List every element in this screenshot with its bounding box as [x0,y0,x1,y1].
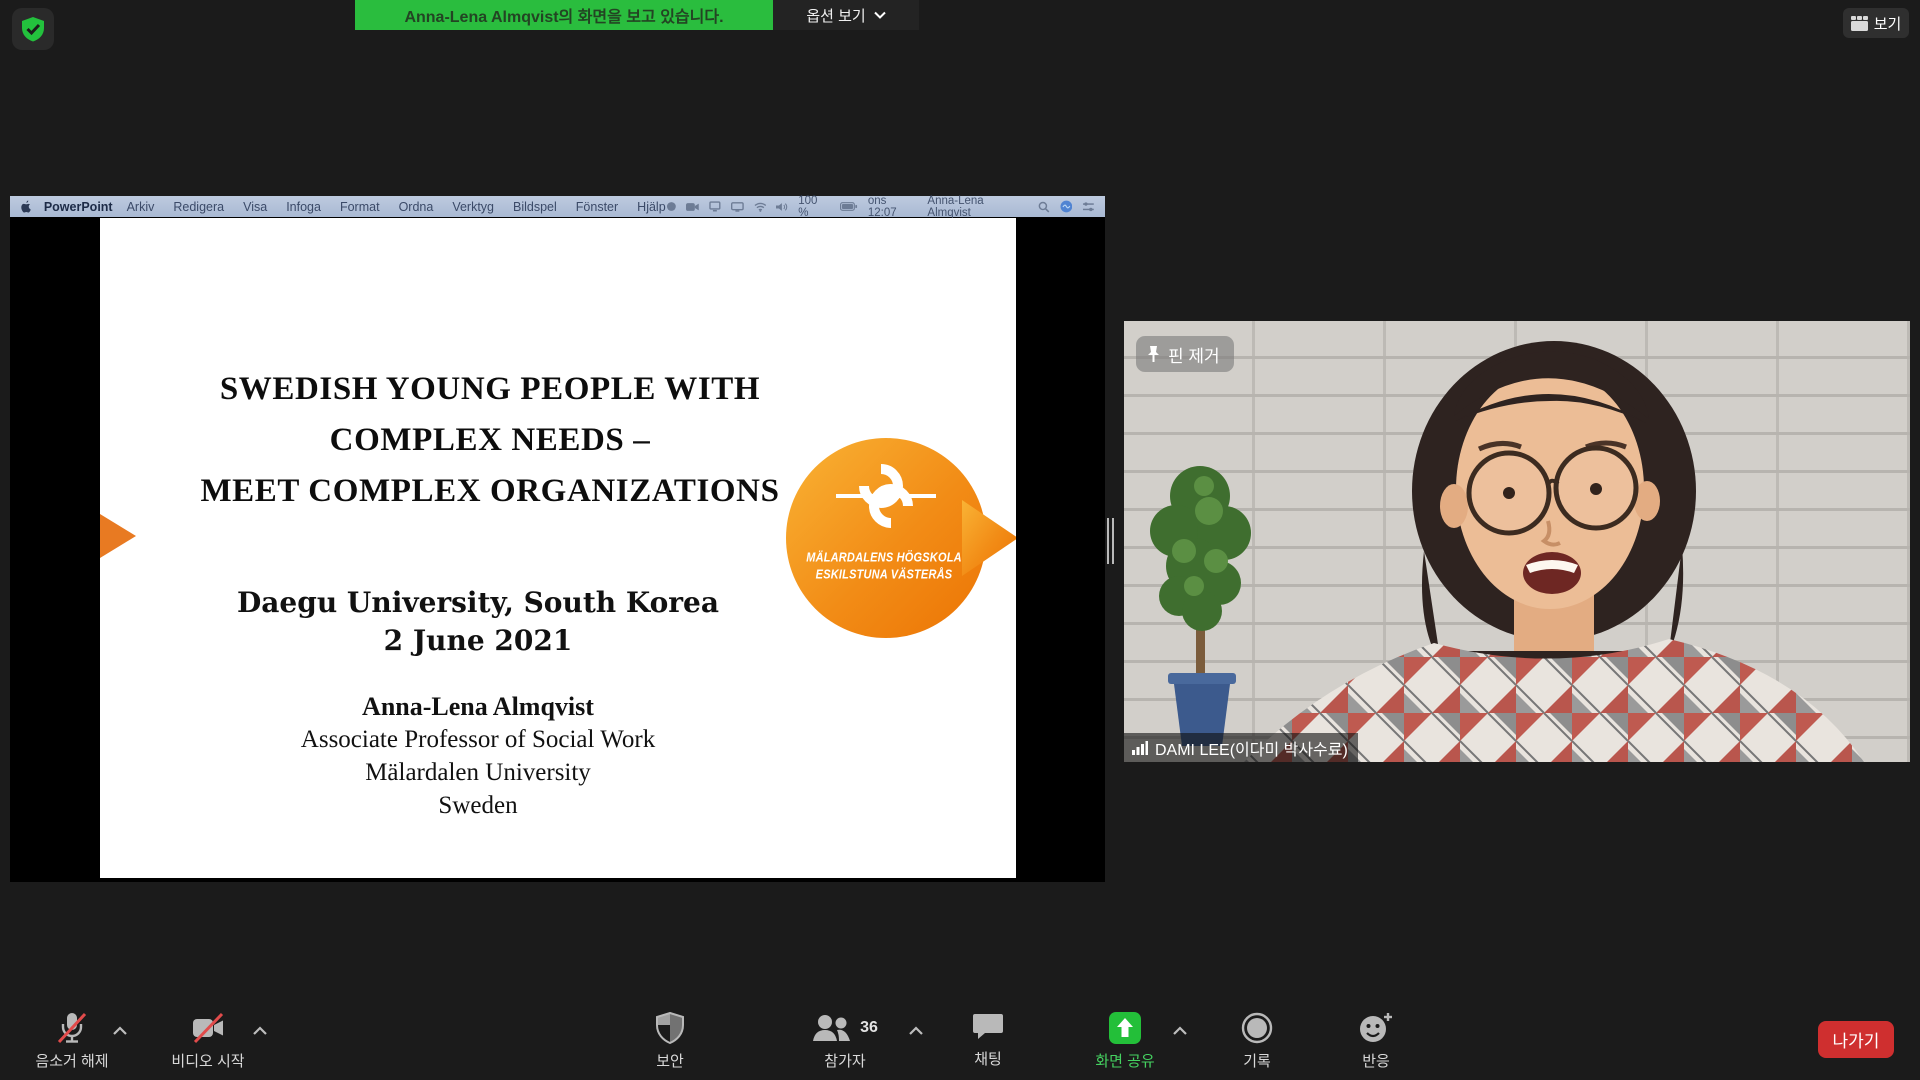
slide-title-line2: COMPLEX NEEDS – [100,415,880,466]
reactions-button[interactable]: 반응 [1316,1012,1436,1071]
venue-line2: 2 June 2021 [100,622,856,660]
apple-logo-icon [20,200,32,214]
menu-visa[interactable]: Visa [243,200,267,214]
view-label: 보기 [1874,13,1902,34]
security-shield-icon [656,1012,684,1044]
banner-text: Anna-Lena Almqvist의 화면을 보고 있습니다. [404,3,723,27]
presentation-slide: SWEDISH YOUNG PEOPLE WITH COMPLEX NEEDS … [100,218,1016,878]
share-screen-label: 화면 공유 [1095,1050,1154,1071]
menu-format[interactable]: Format [340,200,380,214]
author-title: Associate Professor of Social Work [100,723,856,756]
camera-status-icon[interactable] [686,202,699,212]
logo-text: MÄLARDALENS HÖGSKOLA ESKILSTUNA VÄSTERÅS [784,550,984,585]
participant-name-tag: DAMI LEE(이다미 박사수료) [1124,733,1358,762]
status-dot-icon [666,201,677,212]
security-button[interactable]: 보안 [610,1012,730,1071]
pin-label: 핀 제거 [1168,342,1220,367]
participant-video[interactable]: 핀 제거 DAMI LEE(이다미 박사수료) [1124,321,1910,762]
shared-screen-region: PowerPoint Arkiv Redigera Visa Infoga Fo… [10,196,1105,882]
logo-line1: MÄLARDALENS HÖGSKOLA [784,550,984,567]
shield-check-icon [20,16,46,42]
unmute-button[interactable]: 음소거 해제 [12,1012,132,1071]
leave-meeting-button[interactable]: 나가기 [1818,1021,1894,1058]
share-screen-button[interactable]: 화면 공유 [1065,1012,1185,1071]
slide-author-block: Anna-Lena Almqvist Associate Professor o… [100,690,856,822]
menubar-clock[interactable]: ons 12:07 [868,195,918,219]
chevron-down-icon [874,11,886,19]
venue-line1: Daegu University, South Korea [100,584,856,622]
view-button[interactable]: 보기 [1843,8,1909,38]
logo-line2: ESKILSTUNA VÄSTERÅS [784,567,984,584]
menu-arkiv[interactable]: Arkiv [127,200,155,214]
video-off-icon [189,1012,227,1044]
wifi-icon[interactable] [754,202,767,212]
share-screen-icon [1109,1012,1141,1044]
signal-bars-icon [1132,741,1148,755]
battery-percent: 100 % [798,195,830,219]
chat-label: 채팅 [974,1048,1002,1069]
chat-icon [972,1012,1004,1042]
mic-options-caret-icon[interactable] [112,1026,128,1036]
participants-caret-icon[interactable] [908,1026,924,1036]
share-caret-icon[interactable] [1172,1026,1188,1036]
slide-title-line1: SWEDISH YOUNG PEOPLE WITH [100,364,880,415]
menu-fonster[interactable]: Fönster [576,200,618,214]
window-status-icon[interactable] [709,201,721,212]
participants-label: 참가자 [824,1050,865,1071]
spotlight-search-icon[interactable] [1038,201,1050,213]
view-options-button[interactable]: 옵션 보기 [773,0,919,30]
participant-scene [1124,321,1910,762]
author-country: Sweden [100,789,856,822]
display-status-icon[interactable] [731,202,744,212]
author-university: Mälardalen University [100,756,856,789]
meeting-security-shield-icon[interactable] [12,8,54,50]
menu-ordna[interactable]: Ordna [399,200,434,214]
participant-person [1244,341,1864,762]
remove-pin-button[interactable]: 핀 제거 [1136,336,1234,372]
slide-title-line3: MEET COMPLEX ORGANIZATIONS [100,466,880,517]
menu-verktyg[interactable]: Verktyg [452,200,494,214]
slide-venue: Daegu University, South Korea 2 June 202… [100,584,856,660]
panel-resize-handle[interactable] [1107,518,1117,564]
start-video-label: 비디오 시작 [171,1050,244,1071]
participants-icon [812,1013,852,1043]
menu-redigera[interactable]: Redigera [173,200,224,214]
pin-icon [1146,345,1161,363]
mic-off-icon [55,1012,89,1044]
chat-button[interactable]: 채팅 [928,1012,1048,1069]
record-label: 기록 [1243,1050,1271,1071]
start-video-button[interactable]: 비디오 시작 [148,1012,268,1071]
control-center-icon[interactable] [1082,202,1095,212]
unmute-label: 음소거 해제 [35,1050,108,1071]
battery-icon [840,202,858,211]
volume-icon[interactable] [776,202,788,212]
mac-menu-bar: PowerPoint Arkiv Redigera Visa Infoga Fo… [10,196,1105,217]
reactions-smiley-icon [1358,1012,1394,1044]
menu-infoga[interactable]: Infoga [286,200,321,214]
slide-title: SWEDISH YOUNG PEOPLE WITH COMPLEX NEEDS … [100,364,880,517]
record-icon [1241,1012,1273,1044]
record-button[interactable]: 기록 [1197,1012,1317,1071]
menubar-account[interactable]: Anna-Lena Almqvist [927,195,1027,219]
video-options-caret-icon[interactable] [252,1026,268,1036]
siri-icon[interactable] [1060,200,1073,213]
participant-name: DAMI LEE(이다미 박사수료) [1155,736,1348,760]
menu-hjalp[interactable]: Hjälp [637,200,666,214]
menu-bildspel[interactable]: Bildspel [513,200,557,214]
plant-decoration [1150,466,1251,746]
meeting-toolbar: 음소거 해제 비디오 시작 보안 36 [0,1004,1920,1080]
security-label: 보안 [656,1050,684,1071]
options-label: 옵션 보기 [806,5,865,26]
orange-arrow-decoration [100,514,136,558]
author-name: Anna-Lena Almqvist [100,690,856,723]
participants-button[interactable]: 36 참가자 [785,1012,905,1071]
menubar-app-name[interactable]: PowerPoint [44,200,113,214]
view-grid-icon [1851,16,1868,31]
participants-count: 36 [860,1019,878,1037]
screen-share-banner: Anna-Lena Almqvist의 화면을 보고 있습니다. [355,0,773,30]
reactions-label: 반응 [1362,1050,1390,1071]
